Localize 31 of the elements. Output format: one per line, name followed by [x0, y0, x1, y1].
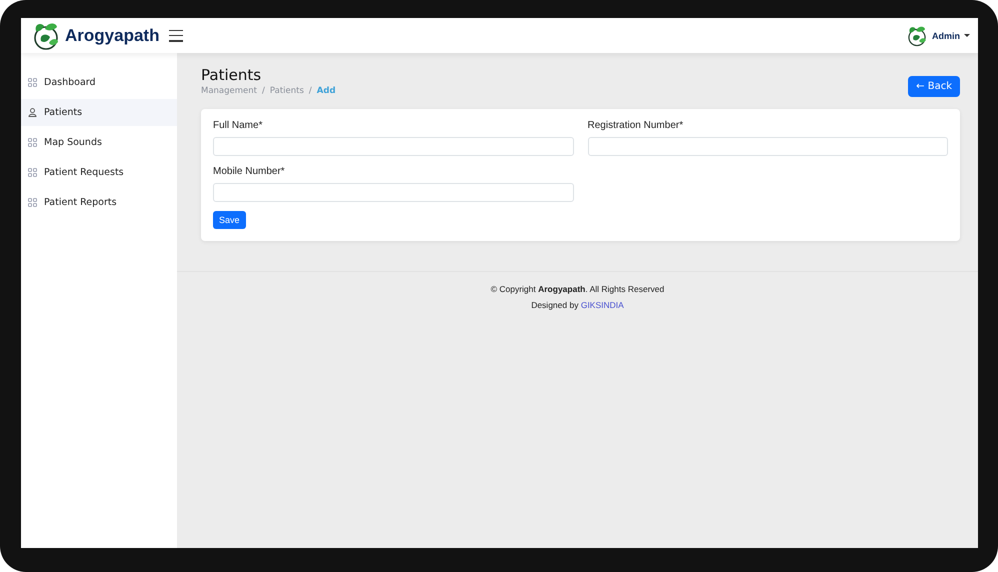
breadcrumb-item: Add — [316, 86, 336, 96]
caret-icon[interactable] — [964, 34, 970, 37]
input-field[interactable] — [588, 137, 948, 156]
copyright-text: © Copyright Arogyapath. All Rights Reserved — [490, 284, 664, 294]
field-label: Full Name* — [213, 120, 264, 131]
sidebar-item[interactable]: Map Sounds — [21, 129, 177, 156]
sidebar-item[interactable]: Patients — [21, 99, 177, 126]
field-label: Registration Number* — [588, 120, 684, 131]
brand-name: Arogyapath — [65, 26, 160, 46]
input-field[interactable] — [213, 137, 574, 156]
menu-icon[interactable] — [169, 30, 184, 42]
grid-icon — [28, 78, 37, 87]
save-button[interactable]: Save — [213, 211, 246, 229]
person-icon — [28, 108, 37, 117]
page-title: Patients — [201, 66, 262, 84]
grid-icon — [28, 198, 37, 207]
field-label: Mobile Number* — [213, 166, 286, 177]
breadcrumb-separator: / — [308, 86, 312, 96]
grid-icon — [28, 168, 37, 177]
sidebar-item[interactable]: Patient Requests — [21, 159, 177, 186]
sidebar-item[interactable]: Dashboard — [21, 69, 177, 96]
input-field[interactable] — [213, 183, 574, 202]
user-name[interactable]: Admin — [932, 30, 960, 40]
sidebar-item[interactable]: Patient Reports — [21, 189, 177, 216]
designed-by-text: Designed by GIKSINDIA — [531, 300, 624, 310]
breadcrumb-separator: / — [262, 86, 265, 96]
designer-link[interactable]: GIKSINDIA — [580, 300, 624, 310]
avatar-icon — [906, 24, 928, 46]
grid-icon — [28, 138, 37, 147]
back-button[interactable]: ← Back — [908, 76, 960, 97]
leaf-logo-icon — [31, 20, 61, 50]
